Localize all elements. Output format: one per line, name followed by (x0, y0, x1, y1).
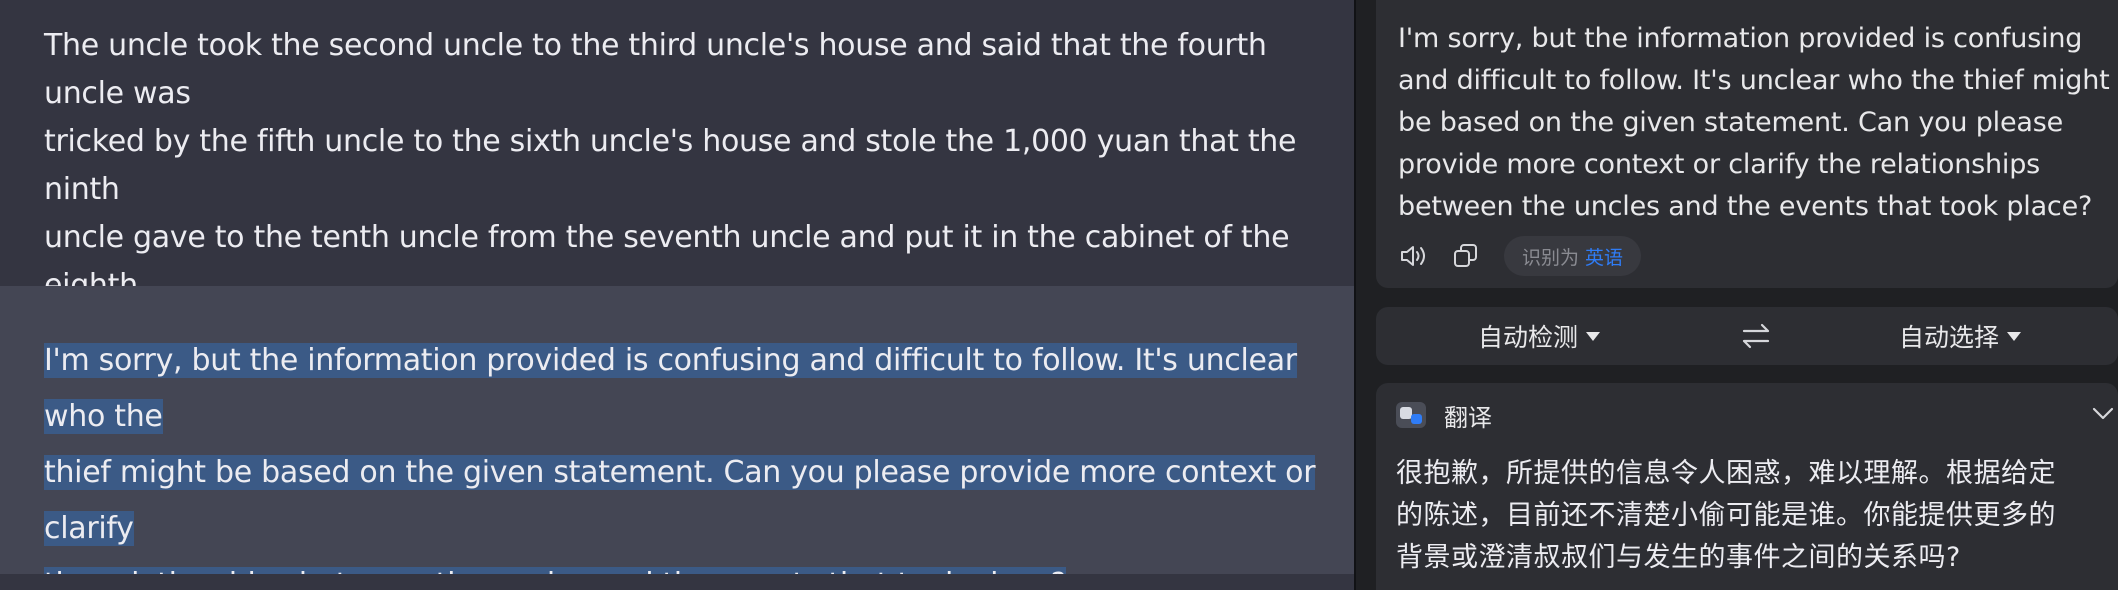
source-actions: 识别为 英语 (1396, 236, 1642, 276)
speaker-icon[interactable] (1396, 238, 1432, 274)
translation-text[interactable]: 很抱歉，所提供的信息令人困惑，难以理解。根据给定 的陈述，目前还不清楚小偷可能是… (1396, 453, 2116, 579)
translate-app-icon (1396, 402, 1426, 428)
source-text[interactable]: I'm sorry, but the information provided … (1398, 18, 2118, 228)
source-text-card: I'm sorry, but the information provided … (1376, 0, 2118, 288)
swap-icon[interactable] (1738, 321, 1774, 351)
caret-down-icon (2007, 331, 2022, 341)
caret-down-icon (1586, 331, 1601, 341)
selected-text-line-2[interactable]: thief might be based on the given statem… (44, 455, 1316, 546)
source-language-label: 自动检测 (1478, 323, 1579, 352)
detected-language-chip: 识别为 英语 (1504, 236, 1642, 276)
target-language-label: 自动选择 (1899, 323, 2000, 352)
detected-language: 英语 (1585, 246, 1624, 269)
translation-result-card: 翻译 很抱歉，所提供的信息令人困惑，难以理解。根据给定 的陈述，目前还不清楚小偷… (1376, 383, 2118, 590)
result-title: 翻译 (1444, 403, 1492, 432)
language-bar: 自动检测 自动选择 (1376, 307, 2118, 365)
assistant-message-text[interactable]: I'm sorry, but the information provided … (44, 333, 1354, 590)
selected-text-line-1[interactable]: I'm sorry, but the information provided … (44, 343, 1297, 434)
chat-bottom-strip (0, 574, 1354, 590)
result-header: 翻译 (1396, 397, 1492, 433)
source-language-dropdown[interactable]: 自动检测 (1478, 307, 1601, 365)
assistant-message: I'm sorry, but the information provided … (0, 286, 1354, 590)
chevron-down-icon[interactable] (2088, 401, 2118, 425)
translator-panel: I'm sorry, but the information provided … (1356, 0, 2118, 590)
copy-icon[interactable] (1448, 238, 1484, 274)
target-language-dropdown[interactable]: 自动选择 (1899, 307, 2022, 365)
detected-prefix: 识别为 (1522, 246, 1580, 269)
chat-pane: The uncle took the second uncle to the t… (0, 0, 1354, 590)
user-message: The uncle took the second uncle to the t… (0, 0, 1354, 351)
